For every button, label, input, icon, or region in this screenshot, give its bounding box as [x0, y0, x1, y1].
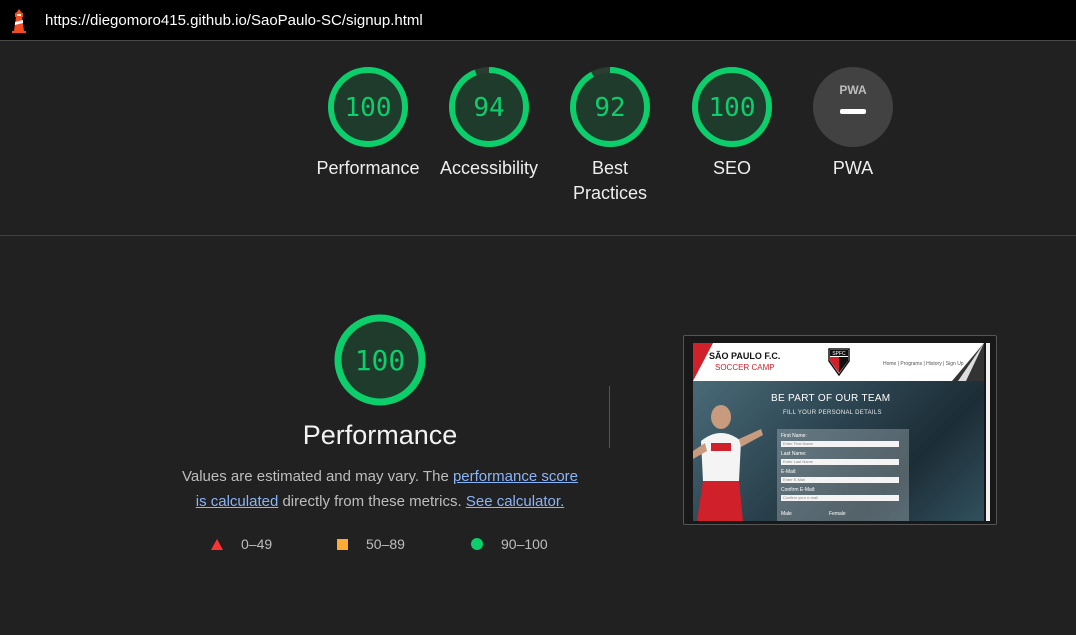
site-hero: BE PART OF OUR TEAM FILL YOUR PERSONAL D… [693, 381, 984, 521]
email-label: E-Mail: [781, 469, 797, 475]
performance-title: Performance [302, 420, 458, 450]
player-image-icon [693, 405, 763, 521]
vertical-separator [609, 386, 610, 448]
gauge-best-practices-score: 92 [594, 93, 625, 123]
legend-average-range: 50–89 [366, 536, 405, 552]
gauge-best-practices[interactable]: 92 Best Practices [555, 66, 665, 206]
last-name-input[interactable]: Enter Last Name [781, 459, 899, 465]
gauge-accessibility[interactable]: 94 Accessibility [434, 66, 544, 181]
red-corner-icon [693, 343, 713, 381]
final-screenshot[interactable]: SÃO PAULO F.C. SOCCER CAMP SPFC Home | P… [693, 343, 984, 521]
lighthouse-icon [12, 9, 26, 33]
gauge-performance-label: Performance [316, 158, 420, 178]
see-calculator-link[interactable]: See calculator. [466, 493, 564, 510]
gauge-seo[interactable]: 100 SEO [677, 66, 787, 181]
site-brand-sub: SOCCER CAMP [715, 363, 775, 372]
gauge-seo-score: 100 [709, 93, 756, 123]
signup-form: First Name: Enter First Name Last Name: … [777, 429, 909, 521]
page-url[interactable]: https://diegomoro415.github.io/SaoPaulo-… [45, 12, 423, 29]
circle-icon [471, 538, 483, 550]
first-name-label: First Name: [781, 433, 807, 439]
triangle-icon [211, 538, 223, 550]
spfc-crest-icon: SPFC [828, 348, 850, 377]
description-text: Values are estimated and may vary. The [181, 468, 453, 485]
site-header: SÃO PAULO F.C. SOCCER CAMP SPFC Home | P… [693, 343, 984, 381]
confirm-email-label: Confirm E-Mail: [781, 487, 816, 493]
crest-text: SPFC [832, 351, 846, 357]
legend-pass-range: 90–100 [501, 536, 548, 552]
gauge-accessibility-ring: 94 [449, 67, 529, 147]
legend-fail-range: 0–49 [241, 536, 273, 552]
site-nav: Home | Programs | History | Sign Up [883, 361, 964, 367]
gender-female-label: Female [829, 511, 846, 517]
gender-male-label: Male [781, 511, 792, 517]
first-name-input[interactable]: Enter First Name [781, 441, 899, 447]
hero-subtitle: FILL YOUR PERSONAL DETAILS [783, 410, 882, 416]
gauge-performance[interactable]: 100 Performance [313, 66, 423, 181]
performance-score-link[interactable]: performance score [453, 468, 578, 485]
confirm-email-input[interactable]: Confirm your e-mail [781, 495, 899, 501]
square-icon [337, 538, 348, 550]
gauge-accessibility-score: 94 [473, 93, 504, 123]
legend-pass: 90–100 [471, 536, 548, 552]
pwa-badge-text: PWA [839, 83, 867, 97]
legend-average: 50–89 [337, 536, 405, 552]
gauge-seo-label: SEO [712, 158, 751, 178]
gauge-best-practices-label: Best Practices [555, 156, 665, 206]
gauge-best-practices-label-line1: Best [591, 158, 629, 178]
performance-description: Values are estimated and may vary. The p… [170, 464, 590, 514]
gauge-best-practices-label-line2: Practices [572, 183, 648, 203]
gauge-best-practices-ring: 92 [570, 67, 650, 147]
legend-fail: 0–49 [211, 536, 272, 552]
performance-score-link-cont[interactable]: is calculated [196, 493, 279, 510]
last-name-label: Last Name: [781, 451, 807, 457]
gauge-pwa[interactable]: PWA PWA [798, 66, 908, 181]
gauge-accessibility-label: Accessibility [439, 158, 539, 178]
screenshot-scrollbar [986, 343, 990, 521]
gauge-performance-ring: 100 [328, 67, 408, 147]
email-input[interactable]: Enter E-Mail [781, 477, 899, 483]
performance-score-value: 100 [355, 344, 406, 377]
hero-title: BE PART OF OUR TEAM [771, 393, 891, 404]
performance-score-gauge: 100 [334, 314, 426, 406]
url-bar: https://diegomoro415.github.io/SaoPaulo-… [0, 0, 1076, 41]
gauge-pwa-label: PWA [832, 158, 874, 178]
gauge-performance-score: 100 [345, 93, 392, 123]
pwa-badge-icon: PWA [813, 67, 893, 147]
section-divider [0, 235, 1076, 236]
site-brand-name: SÃO PAULO F.C. [709, 351, 781, 361]
description-text-middle: directly from these metrics. [278, 493, 466, 510]
gauge-seo-ring: 100 [692, 67, 772, 147]
